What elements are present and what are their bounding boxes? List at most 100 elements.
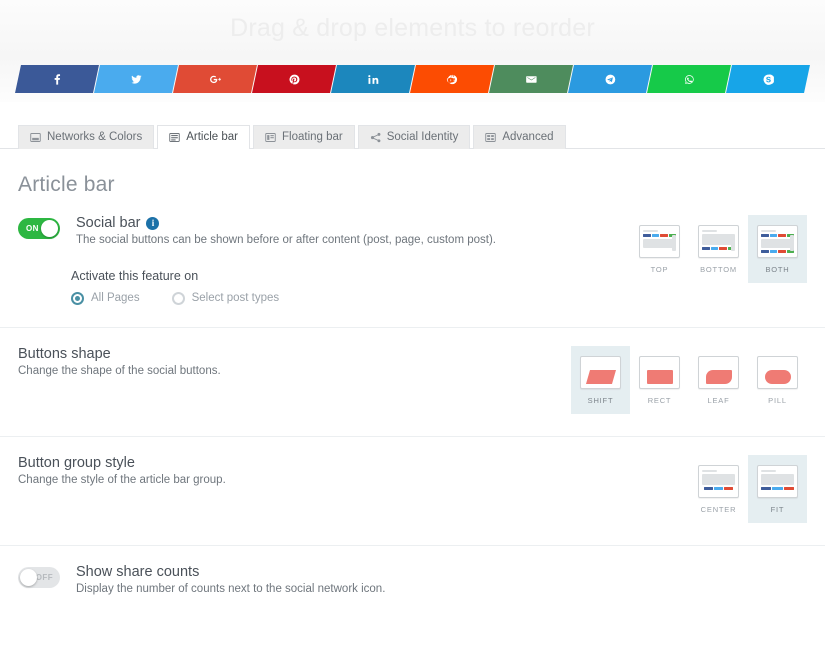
share-counts-description: Display the number of counts next to the… bbox=[76, 582, 386, 595]
drag-drop-hint: Drag & drop elements to reorder bbox=[230, 13, 595, 42]
mini-social-bar bbox=[761, 486, 794, 490]
mini-sidebar bbox=[731, 235, 735, 251]
social-button-twitter[interactable] bbox=[94, 65, 178, 93]
twitter-icon bbox=[130, 74, 142, 85]
tab-social-identity[interactable]: Social Identity bbox=[357, 125, 471, 149]
social-bar-position-options: TOP BOTTOM BOTH bbox=[630, 215, 807, 283]
social-button-list[interactable] bbox=[15, 65, 810, 93]
mini-title bbox=[702, 469, 717, 472]
mini-title bbox=[761, 469, 776, 472]
shape-thumb-list[interactable]: SHIFT RECT LEAF PILL bbox=[571, 345, 807, 414]
social-button-pinterest[interactable] bbox=[252, 65, 336, 93]
telegram-icon bbox=[605, 74, 616, 85]
group-style-option-center[interactable]: CENTER bbox=[689, 455, 748, 523]
thumb-caption: BOTH bbox=[765, 265, 790, 274]
thumb-caption: TOP bbox=[650, 265, 669, 274]
shape-option-shift[interactable]: SHIFT bbox=[571, 345, 630, 414]
tab-article-bar[interactable]: Article bar bbox=[157, 125, 250, 149]
social-button-whatsapp[interactable] bbox=[647, 65, 731, 93]
mini-content bbox=[702, 473, 735, 485]
buttons-shape-title: Buttons shape bbox=[18, 345, 111, 362]
social-bar-toggle-label: ON bbox=[26, 224, 39, 233]
radio-select-post-types[interactable]: Select post types bbox=[171, 291, 280, 305]
activate-feature-label: Activate this feature on bbox=[71, 268, 199, 283]
position-option-top[interactable]: TOP bbox=[630, 215, 689, 283]
position-thumb-list[interactable]: TOP BOTTOM BOTH bbox=[630, 215, 807, 283]
position-option-bottom[interactable]: BOTTOM bbox=[689, 215, 748, 283]
social-bar-description: The social buttons can be shown before o… bbox=[76, 234, 496, 246]
thumb-caption: BOTTOM bbox=[700, 265, 737, 274]
toggle-knob bbox=[20, 568, 37, 586]
section-buttons-shape: Buttons shape Change the shape of the so… bbox=[0, 326, 825, 436]
shape-swatch-rect bbox=[646, 369, 673, 384]
advanced-icon bbox=[485, 132, 497, 143]
shape-swatch-shift bbox=[585, 369, 616, 384]
group-style-thumb-list[interactable]: CENTER FIT bbox=[689, 454, 807, 523]
mini-content bbox=[761, 473, 794, 485]
activate-radio-group[interactable]: All Pages Select post types bbox=[71, 291, 630, 305]
social-bar-toggle[interactable]: ON bbox=[18, 218, 60, 239]
thumb-preview bbox=[757, 464, 798, 498]
envelope-icon bbox=[525, 74, 537, 85]
social-button-skype[interactable] bbox=[726, 65, 810, 93]
mini-title bbox=[761, 230, 776, 232]
settings-tab-bar[interactable]: Networks & Colors Article bar Floating bar… bbox=[0, 102, 825, 149]
shape-option-rect[interactable]: RECT bbox=[630, 346, 689, 414]
social-button-email[interactable] bbox=[489, 65, 573, 93]
mini-title bbox=[643, 230, 658, 232]
tab-label: Floating bar bbox=[282, 131, 343, 143]
buttons-shape-text: Buttons shape Change the shape of the so… bbox=[18, 346, 571, 380]
share-counts-title: Show share counts bbox=[76, 563, 200, 580]
thumb-preview bbox=[639, 225, 680, 258]
mini-social-bar bbox=[761, 250, 794, 253]
info-icon[interactable]: i bbox=[146, 216, 160, 230]
radio-indicator[interactable] bbox=[171, 291, 185, 305]
button-group-description: Change the style of the article bar grou… bbox=[18, 473, 226, 486]
thumb-preview bbox=[757, 225, 798, 258]
share-counts-toggle[interactable]: OFF bbox=[18, 566, 60, 588]
tab-label: Networks & Colors bbox=[47, 131, 143, 143]
linkedin-icon bbox=[367, 74, 379, 85]
tab-floating-bar[interactable]: Floating bar bbox=[253, 125, 355, 149]
thumb-caption: PILL bbox=[768, 395, 787, 405]
activate-feature-block: Activate this feature on All Pages Select… bbox=[71, 269, 630, 305]
social-button-linkedin[interactable] bbox=[331, 65, 415, 93]
tab-networks-colors[interactable]: Networks & Colors bbox=[18, 125, 155, 149]
button-group-options: CENTER FIT bbox=[689, 454, 807, 523]
networks-icon bbox=[30, 132, 41, 143]
radio-label: Select post types bbox=[191, 292, 280, 305]
social-bar-title: Social bar bbox=[76, 215, 141, 231]
social-bar-title-row: Social bar i bbox=[76, 215, 496, 231]
thumb-caption: SHIFT bbox=[587, 395, 614, 405]
thumb-caption: CENTER bbox=[700, 504, 737, 514]
section-share-counts: OFF Show share counts Display the number… bbox=[0, 544, 825, 616]
share-counts-text: Show share counts Display the number of … bbox=[76, 564, 385, 598]
social-button-reddit[interactable] bbox=[410, 65, 494, 93]
thumb-preview bbox=[698, 225, 739, 258]
share-counts-toggle-row: OFF Show share counts Display the number… bbox=[18, 564, 807, 598]
radio-indicator[interactable] bbox=[71, 291, 84, 305]
group-style-option-fit[interactable]: FIT bbox=[748, 454, 807, 523]
toggle-knob bbox=[41, 220, 58, 237]
share-counts-toggle-label: OFF bbox=[35, 572, 53, 582]
thumb-preview bbox=[639, 355, 680, 389]
social-button-googleplus[interactable] bbox=[173, 65, 257, 93]
shape-swatch-pill bbox=[764, 369, 791, 384]
shape-option-pill[interactable]: PILL bbox=[748, 346, 807, 414]
thumb-caption: RECT bbox=[647, 395, 672, 405]
tab-advanced[interactable]: Advanced bbox=[473, 125, 566, 149]
radio-all-pages[interactable]: All Pages bbox=[71, 291, 140, 305]
article-bar-icon bbox=[169, 132, 180, 143]
thumb-preview bbox=[757, 355, 798, 389]
buttons-shape-description: Change the shape of the social buttons. bbox=[18, 364, 221, 377]
social-button-telegram[interactable] bbox=[568, 65, 652, 93]
position-option-both[interactable]: BOTH bbox=[748, 215, 807, 283]
skype-icon bbox=[763, 74, 774, 85]
mini-social-bar bbox=[702, 486, 735, 490]
social-button-facebook[interactable] bbox=[15, 65, 99, 93]
shape-option-leaf[interactable]: LEAF bbox=[689, 346, 748, 414]
social-bar-settings: ON Social bar i The social buttons can b… bbox=[18, 215, 630, 305]
google-plus-icon bbox=[209, 74, 221, 85]
shape-swatch-leaf bbox=[705, 369, 732, 384]
social-bar-text: Social bar i The social buttons can be s… bbox=[76, 215, 496, 249]
